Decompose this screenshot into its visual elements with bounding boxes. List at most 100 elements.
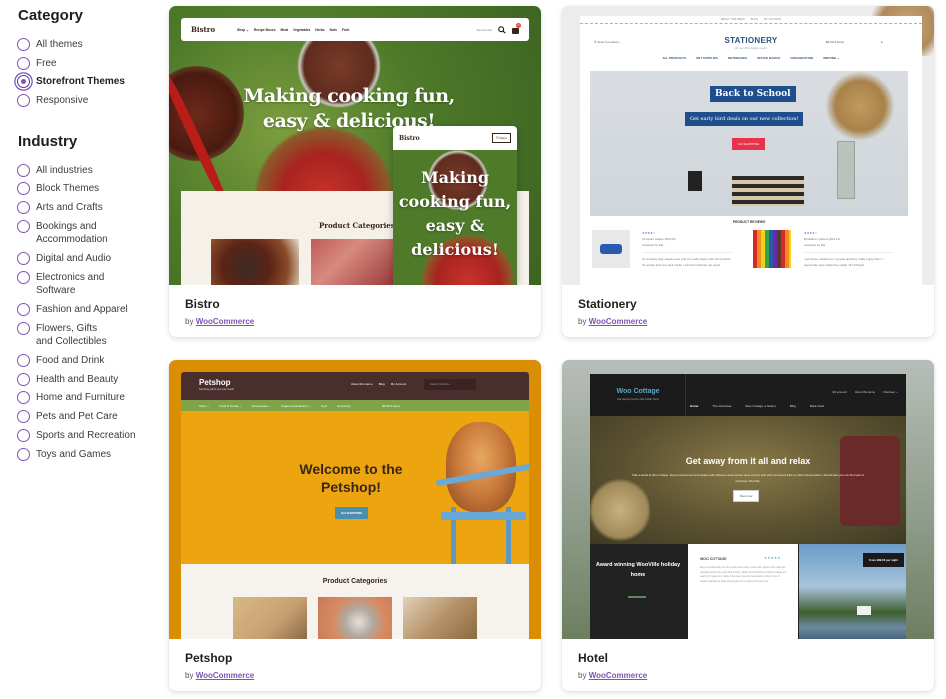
radio-button[interactable] xyxy=(17,271,30,284)
theme-preview-petshop[interactable]: Petshop Servicing all of your pet needs … xyxy=(169,360,541,639)
theme-card-hotel[interactable]: Woo Cottage Self catering country-side h… xyxy=(562,360,934,691)
industry-option-block-themes[interactable]: Block Themes xyxy=(17,182,146,195)
radio-button-checked[interactable] xyxy=(17,75,30,88)
category-option-responsive[interactable]: Responsive xyxy=(17,94,146,107)
category-option-free[interactable]: Free xyxy=(17,57,146,70)
radio-button[interactable] xyxy=(17,57,30,70)
radio-button[interactable] xyxy=(17,391,30,404)
option-label: All industries xyxy=(36,165,93,176)
theme-card-petshop[interactable]: Petshop Servicing all of your pet needs … xyxy=(169,360,541,691)
preview-hero-button: GO SHOPPING xyxy=(732,138,766,150)
industry-option-toys-and-games[interactable]: Toys and Games xyxy=(17,448,146,461)
preview-top-link: MY ACCOUNT xyxy=(763,18,782,21)
industry-heading: Industry xyxy=(18,133,78,150)
category-option-storefront-themes[interactable]: Storefront Themes xyxy=(17,75,146,88)
preview-menu-item: Woo Cottage: a history xyxy=(745,404,776,408)
preview-categories-title: Product Categories xyxy=(319,221,395,230)
radio-button[interactable] xyxy=(17,373,30,386)
preview-menu-item: The local area xyxy=(712,404,732,408)
preview-navbar: Bistro Shop ⌄ Recipe Boxes Meat Vegetabl… xyxy=(181,18,529,41)
option-label: Home and Furniture xyxy=(36,392,125,403)
radio-button[interactable] xyxy=(17,354,30,367)
radio-button[interactable] xyxy=(17,220,30,233)
theme-name: Bistro xyxy=(185,297,220,311)
preview-account-link: My Account xyxy=(476,27,492,32)
theme-card-stationery[interactable]: ABOUT THIS DEMO BLOG MY ACCOUNT ⚲ Search… xyxy=(562,6,934,337)
preview-menu-item: Book Now! xyxy=(809,404,825,408)
preview-tagline: Self catering country-side holiday home xyxy=(617,398,659,401)
option-label: Fashion and Apparel xyxy=(36,304,128,315)
category-heading: Category xyxy=(18,7,84,24)
radio-button[interactable] xyxy=(17,252,30,265)
industry-option-food-and-drink[interactable]: Food and Drink xyxy=(17,354,146,367)
author-link[interactable]: WooCommerce xyxy=(196,317,255,326)
preview-header: Woo Cottage Self catering country-side h… xyxy=(590,374,906,416)
vase-image xyxy=(837,141,855,199)
industry-option-fashion-and-apparel[interactable]: Fashion and Apparel xyxy=(17,303,146,316)
industry-option-bookings-and-accommodation[interactable]: Bookings and Accommodation xyxy=(17,220,116,246)
preview-menu-item: Food & Treats ⌄ xyxy=(219,403,242,408)
review-item: ★★★★☆ Compact stapler ($10.00) reviewed … xyxy=(642,230,732,268)
industry-option-flowers-gifts-and-collectibles[interactable]: Flowers, Gifts and Collectibles xyxy=(17,322,116,348)
preview-menu-item: Home xyxy=(690,404,699,408)
industry-option-arts-and-crafts[interactable]: Arts and Crafts xyxy=(17,201,146,214)
radio-button[interactable] xyxy=(17,94,30,107)
preview-menu-item: ALL PRODUCTS xyxy=(662,56,686,60)
theme-preview-bistro[interactable]: Bistro Shop ⌄ Recipe Boxes Meat Vegetabl… xyxy=(169,6,541,285)
theme-name: Petshop xyxy=(185,651,233,665)
preview-header-links: My account About this demo Checkout ⌄ xyxy=(833,390,898,394)
preview-hero-button: Book now xyxy=(733,490,760,502)
preview-price-badge: From £89.00 per night xyxy=(862,553,904,567)
author-link[interactable]: WooCommerce xyxy=(589,317,648,326)
preview-topbar: ABOUT THIS DEMO BLOG MY ACCOUNT xyxy=(580,16,922,24)
radio-button[interactable] xyxy=(17,429,30,442)
category-option-all-themes[interactable]: All themes xyxy=(17,38,146,51)
preview-description-body: Enjoy a break away from the hustle and b… xyxy=(700,566,787,583)
radio-button[interactable] xyxy=(17,38,30,51)
radio-button[interactable] xyxy=(17,322,30,335)
radio-button[interactable] xyxy=(17,164,30,177)
preview-menu-item: Shop ⌄ xyxy=(199,403,210,408)
preview-brand: Woo Cottage Self catering country-side h… xyxy=(590,374,686,416)
preview-menu: Home The local area Woo Cottage: a histo… xyxy=(690,404,824,408)
theme-name: Hotel xyxy=(578,651,608,665)
preview-menu-item: Toys xyxy=(320,403,328,408)
industry-option-health-and-beauty[interactable]: Health and Beauty xyxy=(17,373,146,386)
author-link[interactable]: WooCommerce xyxy=(196,671,255,680)
industry-option-pets-and-pet-care[interactable]: Pets and Pet Care xyxy=(17,410,146,423)
industry-option-digital-and-audio[interactable]: Digital and Audio xyxy=(17,252,146,265)
preview-tagline: Servicing all of your pet needs xyxy=(199,388,234,391)
preview-description-block: WOO COTTAGE ★★★★★ Enjoy a break away fro… xyxy=(688,544,798,639)
preview-menu-item: NOTEBOOKS xyxy=(727,56,748,60)
by-label: by xyxy=(578,671,587,680)
option-label: Toys and Games xyxy=(36,449,112,460)
radio-button[interactable] xyxy=(17,303,30,316)
author-link[interactable]: WooCommerce xyxy=(589,671,648,680)
industry-option-all-industries[interactable]: All industries xyxy=(17,164,146,177)
radio-button[interactable] xyxy=(17,182,30,195)
preview-menu-item: ART SUPPLIES xyxy=(695,56,718,60)
option-label: Health and Beauty xyxy=(36,374,119,385)
option-label: Flowers, Gifts and Collectibles xyxy=(36,323,107,347)
preview-logo: Bistro xyxy=(191,25,216,34)
industry-option-sports-and-recreation[interactable]: Sports and Recreation xyxy=(17,429,146,442)
cart-count-badge: 0 xyxy=(516,22,521,28)
radio-button[interactable] xyxy=(17,448,30,461)
preview-link: My Account xyxy=(390,382,407,386)
theme-preview-hotel[interactable]: Woo Cottage Self catering country-side h… xyxy=(562,360,934,639)
theme-card-bistro[interactable]: Bistro Shop ⌄ Recipe Boxes Meat Vegetabl… xyxy=(169,6,541,337)
radio-button[interactable] xyxy=(17,201,30,214)
category-thumb-image xyxy=(318,597,392,639)
radio-button[interactable] xyxy=(17,410,30,423)
preview-menu-item: Blog xyxy=(789,404,796,408)
industry-option-home-and-furniture[interactable]: Home and Furniture xyxy=(17,391,146,404)
preview-menu: ALL PRODUCTS ART SUPPLIES NOTEBOOKS OFFI… xyxy=(580,56,922,60)
preview-menu-item: Recipe Boxes xyxy=(253,27,276,32)
preview-cart: $0.00 0 items xyxy=(382,403,401,408)
preview-menu-item: Cages & Aquariums ⌄ xyxy=(281,403,311,408)
preview-menu: Shop ⌄ Recipe Boxes Meat Vegetables Herb… xyxy=(237,28,476,32)
industry-option-electronics-and-software[interactable]: Electronics and Software xyxy=(17,271,116,297)
theme-preview-stationery[interactable]: ABOUT THIS DEMO BLOG MY ACCOUNT ⚲ Search… xyxy=(562,6,934,285)
preview-hero-heading: Welcome to the Petshop! xyxy=(299,461,403,495)
preview-link: About this demo xyxy=(854,390,876,394)
